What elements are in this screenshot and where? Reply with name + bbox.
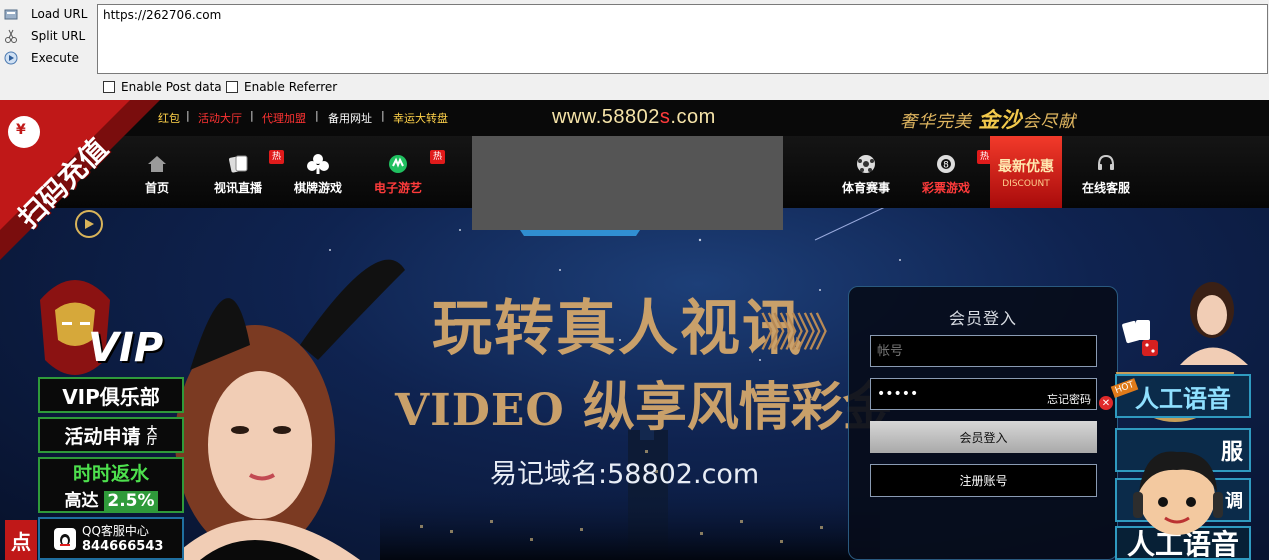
split-url-button[interactable]: Split URL (4, 26, 85, 46)
enable-referrer-box[interactable] (226, 81, 238, 93)
top-link-hongbao[interactable]: 红包 (158, 110, 180, 126)
execute-label: Execute (31, 51, 79, 65)
poker-dice-icon (1120, 318, 1168, 362)
nav-lottery[interactable]: 8 彩票游戏 热 (906, 150, 992, 196)
activity-apply-button[interactable]: 活动申请 大厅 (38, 417, 184, 453)
banner-domain-hint: 易记域名:58802.com (490, 459, 760, 490)
url-input[interactable] (97, 4, 1268, 74)
enable-post-label: Enable Post data (121, 80, 222, 94)
club-icon (278, 152, 358, 176)
nav-live[interactable]: 视讯直播 热 (198, 150, 284, 196)
top-link-agent[interactable]: 代理加盟 (262, 110, 306, 126)
qq-service-button[interactable]: QQ客服中心 844666543 (38, 517, 184, 560)
load-url-label: Load URL (31, 7, 88, 21)
image-placeholder (472, 136, 783, 230)
load-url-button[interactable]: Load URL (4, 4, 87, 24)
enable-post-checkbox[interactable]: Enable Post data (103, 80, 222, 94)
top-link-wheel[interactable]: 幸运大转盘 (393, 110, 448, 126)
site-top-bar: 红包 | 活动大厅 | 代理加盟 | 备用网址 | 幸运大转盘 www.5880… (0, 100, 1269, 136)
toolbar: Load URL Split URL Execute Enable Post d… (0, 0, 1269, 100)
cards-icon (198, 152, 278, 176)
play-circle-icon[interactable] (75, 210, 103, 238)
soccer-ball-icon (826, 152, 906, 176)
split-url-label: Split URL (31, 29, 86, 43)
nav-service[interactable]: 在线客服 (1066, 152, 1146, 196)
vip-badge: VIP (88, 325, 164, 371)
close-icon[interactable]: ✕ (1099, 396, 1113, 410)
login-title: 会员登入 (948, 309, 1017, 328)
app-window: Load URL Split URL Execute Enable Post d… (0, 0, 1269, 560)
banner-arrows: 》》》》》 (760, 310, 848, 356)
right-model-figure (1180, 282, 1248, 365)
qq-penguin-icon (54, 527, 76, 550)
enable-post-box[interactable] (103, 81, 115, 93)
enable-referrer-label: Enable Referrer (244, 80, 338, 94)
model-figure (170, 259, 405, 560)
nav-promo[interactable]: 最新优惠 DISCOUNT (990, 136, 1062, 208)
headset-icon (1066, 152, 1146, 176)
banner-title: 玩转真人视讯 (432, 294, 804, 364)
enable-referrer-checkbox[interactable]: Enable Referrer (226, 80, 337, 94)
agent-avatar (1133, 451, 1223, 535)
egame-icon (358, 152, 438, 176)
nav-cards[interactable]: 棋牌游戏 (278, 152, 358, 196)
forgot-password-link[interactable]: 忘记密码 (1047, 391, 1091, 407)
load-url-icon (4, 7, 18, 21)
banner-subtitle: VIDEO 纵享风情彩金 (395, 377, 895, 438)
nav-sports[interactable]: 体育赛事 (826, 152, 906, 196)
side-tab[interactable]: 点 (5, 520, 37, 560)
qr-recharge-ribbon[interactable]: ¥ 扫码充值 (0, 100, 160, 260)
login-panel: 会员登入 ••••• 忘记密码 会员登入 注册账号 (848, 286, 1118, 560)
site-slogan: 奢华完美 金沙会尽献 (900, 107, 1077, 132)
vip-club-button[interactable]: VIP俱乐部 (38, 377, 184, 413)
lottery-ball-icon: 8 (906, 152, 986, 176)
scissors-icon (4, 29, 18, 43)
account-input[interactable] (870, 335, 1097, 367)
website-viewport: 红包 | 活动大厅 | 代理加盟 | 备用网址 | 幸运大转盘 www.5880… (0, 100, 1269, 560)
service-side-panel: 人工语音 ✕ 服 调 人工语音 (1099, 372, 1255, 560)
svg-text:8: 8 (943, 161, 949, 171)
register-button[interactable]: 注册账号 (870, 464, 1097, 497)
hot-badge: 热 (430, 150, 445, 164)
yuan-icon: ¥ (16, 122, 26, 138)
execute-button[interactable]: Execute (4, 48, 79, 68)
login-button[interactable]: 会员登入 (870, 421, 1097, 453)
play-icon (4, 51, 18, 65)
top-link-events[interactable]: 活动大厅 (198, 110, 242, 126)
rebate-banner[interactable]: 时时返水 高达 2.5% (38, 457, 184, 513)
nav-egames[interactable]: 电子游艺 热 (358, 150, 445, 196)
top-link-backup[interactable]: 备用网址 (328, 110, 372, 126)
site-domain: www.58802s.com (552, 106, 716, 128)
